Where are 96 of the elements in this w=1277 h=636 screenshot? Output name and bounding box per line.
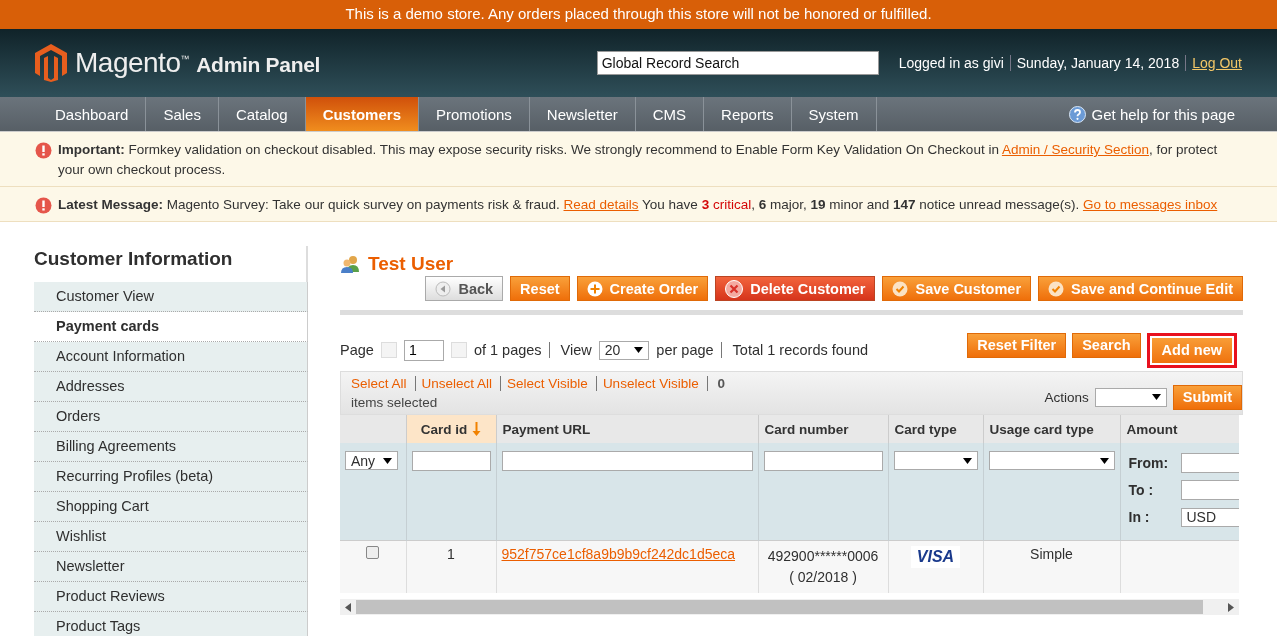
check-icon <box>1048 280 1065 297</box>
in-label: In : <box>1128 509 1151 525</box>
nav-tab[interactable]: Sales <box>146 97 219 131</box>
message-link[interactable]: Go to messages inbox <box>1082 197 1218 212</box>
message-link[interactable]: Admin / Security Section <box>1001 142 1149 157</box>
nav-tab[interactable]: Reports <box>704 97 792 131</box>
previous-page-button[interactable] <box>380 342 397 358</box>
page-field[interactable]: 1 <box>403 339 444 361</box>
error-icon <box>35 142 52 159</box>
scroll-right-icon[interactable] <box>1228 602 1234 612</box>
nav-tab[interactable]: CMS <box>635 97 705 131</box>
filter-select[interactable] <box>988 451 1115 470</box>
mass-select-link[interactable]: Select Visible <box>507 376 597 391</box>
error-icon <box>35 197 52 214</box>
card-number: 492900******0006 <box>766 547 880 566</box>
from-label: From: <box>1128 455 1170 471</box>
column-header[interactable]: Card type <box>888 415 983 443</box>
dropdown-arrow-icon <box>383 457 393 464</box>
horizontal-scrollbar[interactable] <box>340 599 1239 615</box>
plus-icon <box>586 280 603 297</box>
logo-text: Magento$^{™}$ Admin Panel <box>75 47 321 79</box>
filter-field[interactable] <box>411 451 491 471</box>
actions-select[interactable] <box>1094 387 1167 407</box>
to-label: To : <box>1128 482 1155 498</box>
sidebar-item[interactable]: Shopping Cart <box>34 492 308 522</box>
page-title: Test User <box>368 253 454 275</box>
card-expiry: ( 02/2018 ) <box>788 568 858 587</box>
from-field[interactable] <box>1180 453 1239 473</box>
cancel-icon <box>725 279 744 298</box>
message-link[interactable]: Read details <box>563 197 639 212</box>
user-label: Logged in as givi <box>898 55 1011 71</box>
page-label: Page <box>340 342 374 358</box>
sidebar-item[interactable]: Customer View <box>34 282 308 312</box>
nav-tab[interactable]: Promotions <box>419 97 530 131</box>
dropdown-arrow-icon <box>634 347 644 353</box>
table-cell: 1 <box>447 546 455 562</box>
any-select[interactable]: Any <box>345 451 399 470</box>
filter-field[interactable] <box>763 451 883 471</box>
search-field[interactable]: Global Record Search <box>596 51 879 75</box>
nav-tab[interactable]: Dashboard <box>38 97 147 131</box>
nav-tab[interactable]: Catalog <box>218 97 306 131</box>
help-icon <box>1068 105 1086 123</box>
scroll-left-icon[interactable] <box>345 602 351 612</box>
actions-label: Actions <box>1044 389 1089 405</box>
nav-tab[interactable]: System <box>791 97 877 131</box>
filter-select[interactable] <box>893 451 978 470</box>
dropdown-arrow-icon <box>1099 457 1109 464</box>
nav-tab[interactable]: Customers <box>305 97 419 131</box>
sidebar-item[interactable]: Product Tags <box>34 612 308 636</box>
action-button[interactable]: Delete Customer <box>715 276 876 301</box>
per-page-label: per page <box>656 342 722 358</box>
to-field[interactable] <box>1180 480 1239 500</box>
sidebar-item[interactable]: Addresses <box>34 372 308 402</box>
mass-select-link[interactable]: Unselect All <box>421 376 502 391</box>
column-header[interactable]: Amount <box>1120 415 1239 443</box>
table-cell: Simple <box>1030 546 1073 562</box>
filter-field[interactable] <box>501 451 753 471</box>
currency-select[interactable]: USD <box>1180 507 1239 527</box>
row-checkbox[interactable] <box>366 546 380 559</box>
column-header[interactable]: Card id <box>406 415 496 443</box>
sort-arrow-icon <box>472 421 482 436</box>
per-page-select[interactable]: 20 <box>598 340 650 360</box>
dropdown-arrow-icon <box>1151 394 1161 400</box>
next-page-button[interactable] <box>450 342 467 358</box>
message-text: Important: Formkey validation on checkout disabled. This may expose security risks. We strongly recommend to Enable Form Key Validation On Checkout in Admin / Security Section, for protect your own checkout process. <box>58 141 1219 179</box>
pages-label: of 1 pages <box>473 342 550 358</box>
dropdown-arrow-icon <box>962 457 972 464</box>
sidebar-item[interactable]: Orders <box>34 402 308 432</box>
mass-select-link[interactable]: Unselect Visible <box>602 376 708 391</box>
sidebar-item[interactable]: Billing Agreements <box>34 432 308 462</box>
column-header[interactable]: Payment URL <box>496 415 758 443</box>
sidebar-item[interactable]: Payment cards <box>34 312 308 342</box>
help-link[interactable]: Get help for this page <box>1068 97 1277 131</box>
date-label: Sunday, January 14, 2018 <box>1016 55 1187 71</box>
sidebar-item[interactable]: Newsletter <box>34 552 308 582</box>
check-icon <box>892 280 909 297</box>
users-icon <box>340 255 360 273</box>
column-header[interactable]: Usage card type <box>983 415 1120 443</box>
view-label: View <box>560 342 592 358</box>
logo-icon <box>35 44 67 82</box>
sidebar-item[interactable]: Product Reviews <box>34 582 308 612</box>
sidebar-item[interactable]: Account Information <box>34 342 308 372</box>
column-header[interactable]: Card number <box>758 415 888 443</box>
nav-tab[interactable]: Newsletter <box>529 97 636 131</box>
records-count: Total 1 records found <box>732 342 869 358</box>
back-icon <box>435 280 452 297</box>
mass-select-link[interactable]: Select All <box>351 376 416 391</box>
sidebar-item[interactable]: Wishlist <box>34 522 308 552</box>
selected-label: items selected <box>351 395 439 410</box>
selected-count: 0 <box>717 376 725 391</box>
card-brand-logo: VISA <box>910 546 961 568</box>
sidebar-item[interactable]: Recurring Profiles (beta) <box>34 462 308 492</box>
logout-link[interactable]: Log Out <box>1192 55 1242 71</box>
message-text: Latest Message: Magento Survey: Take our quick survey on payments risk & fraud. Read details You have 3 critical, 6 major, 19 minor and 147 notice unread message(s). Go to messages inbox <box>58 196 1218 214</box>
demo-notice: This is a demo store. Any orders placed through this store will not be honored or fulfilled. <box>0 0 1277 29</box>
action-button[interactable]: Back <box>425 276 504 301</box>
